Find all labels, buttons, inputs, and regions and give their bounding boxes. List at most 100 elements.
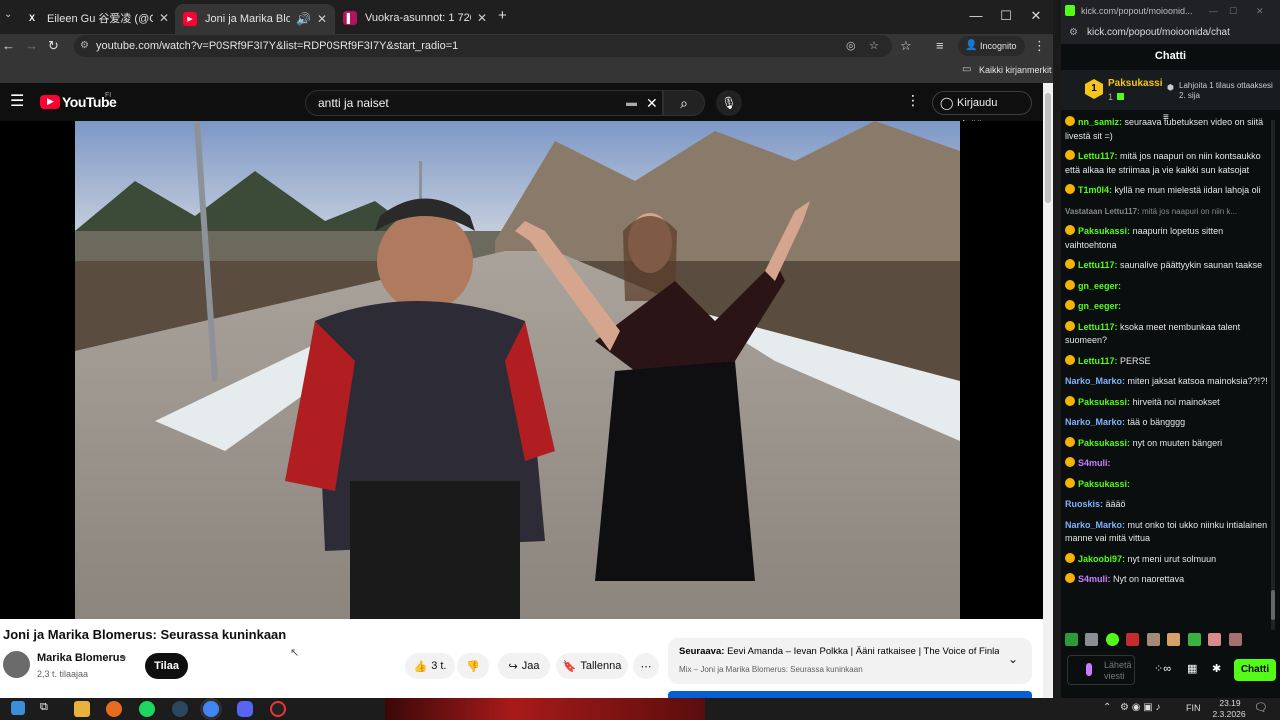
chat-username[interactable]: Jakoobi97:	[1078, 554, 1125, 564]
chat-username[interactable]: Narko_Marko:	[1065, 520, 1125, 530]
chat-username[interactable]: Paksukassi:	[1078, 438, 1130, 448]
sign-in-button[interactable]: ◯ Kirjaudu sisään	[932, 91, 1032, 131]
bookmark-star-icon[interactable]: ☆	[900, 34, 912, 58]
new-tab-icon[interactable]: +	[498, 7, 507, 24]
audio-icon[interactable]: 🔊	[296, 12, 311, 26]
site-info-icon[interactable]: ⚙	[1069, 22, 1078, 44]
save-button[interactable]: 🔖 Tallenna	[556, 653, 628, 679]
spotify-icon[interactable]	[139, 701, 155, 717]
chat-username[interactable]: Lettu117:	[1078, 260, 1118, 270]
youtube-logo-icon[interactable]: ▶	[40, 95, 60, 109]
chat-username[interactable]: Paksukassi:	[1078, 479, 1130, 489]
chrome-icon[interactable]	[203, 701, 219, 717]
keyboard-icon[interactable]: ▬	[626, 91, 637, 115]
close-tab-icon[interactable]: ✕	[477, 11, 487, 25]
eye-off-icon[interactable]: ◎	[846, 35, 856, 57]
minimize-icon[interactable]: —	[1209, 0, 1218, 22]
dislike-button[interactable]: 👎	[457, 653, 489, 679]
discord-icon[interactable]	[237, 701, 253, 717]
more-actions-button[interactable]: ⋯	[633, 653, 659, 679]
task-view-icon[interactable]: ⧉	[40, 701, 56, 717]
chat-username[interactable]: Lettu117:	[1078, 356, 1118, 366]
emote-icon[interactable]	[1105, 633, 1119, 646]
maximize-icon[interactable]: ☐	[991, 8, 1021, 24]
channel-avatar[interactable]	[3, 651, 30, 678]
hamburger-menu-icon[interactable]: ☰	[10, 91, 24, 111]
chat-username[interactable]: Narko_Marko:	[1065, 376, 1125, 386]
emote-bar[interactable]	[1065, 633, 1245, 649]
voice-search-icon[interactable]: 🎙	[716, 90, 742, 116]
chat-username[interactable]: Vastataan Lettu117:	[1065, 207, 1140, 216]
users-icon[interactable]: ⁘∞	[1154, 662, 1171, 675]
chat-scrollbar[interactable]	[1271, 120, 1275, 630]
chat-username[interactable]: Narko_Marko:	[1065, 417, 1125, 427]
subscribe-button[interactable]: Tilaa	[145, 653, 188, 679]
chat-username[interactable]: S4muli:	[1078, 458, 1111, 468]
star-icon[interactable]: ☆	[869, 35, 879, 57]
back-icon[interactable]: ←	[2, 34, 15, 58]
chat-username[interactable]: gn_eeger:	[1078, 301, 1121, 311]
send-chat-button[interactable]: Chatti	[1234, 659, 1276, 681]
emote-icon[interactable]	[1208, 633, 1222, 646]
tab-search-icon[interactable]: ⌄	[4, 9, 12, 20]
obs-icon[interactable]	[270, 701, 286, 717]
chat-username[interactable]: gn_eeger:	[1078, 281, 1121, 291]
emote-icon[interactable]	[1126, 633, 1140, 646]
menu-dots-icon[interactable]: ⋮	[1033, 34, 1046, 58]
close-tab-icon[interactable]: ✕	[317, 12, 327, 26]
chat-username[interactable]: S4muli:	[1078, 574, 1111, 584]
chat-username[interactable]: Ruoskis:	[1065, 499, 1103, 509]
chat-username[interactable]: Paksukassi:	[1078, 226, 1130, 236]
share-button[interactable]: ↪ Jaa	[498, 653, 550, 679]
settings-gear-icon[interactable]: ✱	[1212, 662, 1221, 675]
clock-time[interactable]: 23.19	[1214, 698, 1246, 708]
address-bar[interactable]: ⚙ youtube.com/watch?v=P0SRf9F3I7Y&list=R…	[74, 35, 892, 57]
emote-icon[interactable]	[1187, 633, 1201, 646]
emote-icon[interactable]	[1228, 633, 1242, 646]
tab-youtube[interactable]: ▶ Joni ja Marika Blomerus: Se 🔊 ✕	[175, 4, 335, 34]
site-info-icon[interactable]: ⚙	[80, 35, 89, 57]
clear-search-icon[interactable]: ✕	[646, 91, 658, 115]
chat-username[interactable]: Paksukassi:	[1078, 397, 1130, 407]
explorer-icon[interactable]	[74, 701, 90, 717]
emote-icon[interactable]	[1065, 633, 1078, 646]
tray-chevron-icon[interactable]: ⌃	[1103, 702, 1111, 713]
settings-dots-icon[interactable]: ⋮	[906, 92, 920, 109]
forward-icon[interactable]: →	[25, 34, 38, 58]
emote-icon[interactable]	[1167, 633, 1181, 646]
maximize-icon[interactable]: ☐	[1229, 0, 1237, 22]
channel-name[interactable]: Marika Blomerus	[37, 652, 126, 664]
like-button[interactable]: 👍 3 t.	[405, 653, 455, 679]
page-scrollbar[interactable]	[1043, 83, 1053, 698]
kick-address-bar[interactable]: ⚙ kick.com/popout/moioonida/chat	[1061, 22, 1280, 44]
video-frame[interactable]	[75, 121, 960, 619]
tab-x[interactable]: X Eileen Gu 谷爱凌 (@GoEileenGu ✕	[17, 5, 177, 30]
close-window-icon[interactable]: ✕	[1256, 0, 1264, 22]
tray-icons[interactable]: ⚙ ◉ ▣ ♪	[1120, 702, 1160, 713]
store-icon[interactable]: ▦	[1187, 662, 1197, 675]
chat-username[interactable]: T1m0l4:	[1078, 185, 1112, 195]
up-next-card[interactable]: Seuraava: Eevi Amanda – Ievan Polkka | Ä…	[668, 638, 1032, 684]
emote-icon[interactable]	[1085, 633, 1099, 646]
notification-icon[interactable]: 🗨	[1254, 701, 1268, 714]
clock-date[interactable]: 2.3.2026	[1206, 709, 1252, 719]
media-icon[interactable]: ≡	[936, 34, 944, 58]
firefox-icon[interactable]	[106, 701, 122, 717]
close-tab-icon[interactable]: ✕	[159, 11, 169, 25]
chat-username[interactable]: Lettu117:	[1078, 322, 1118, 332]
search-button[interactable]: ⌕	[663, 90, 705, 116]
language-indicator[interactable]: FIN	[1186, 703, 1201, 713]
chat-username[interactable]: nn_samiz:	[1078, 117, 1122, 127]
start-icon[interactable]	[11, 701, 25, 715]
video-player[interactable]	[0, 121, 1043, 619]
leaderboard-banner[interactable]: 1 Paksukassi 1 ⬢ Lahjoita 1 tilaus ottaa…	[1061, 70, 1280, 110]
all-bookmarks-link[interactable]: Kaikki kirjanmerkit	[979, 65, 1052, 75]
chat-input[interactable]: Lähetä viesti	[1067, 655, 1135, 685]
tab-vuokra[interactable]: ▌ Vuokra-asunnot: 1 720 kpl - Vu ✕	[335, 5, 495, 30]
chat-username[interactable]: Lettu117:	[1078, 151, 1118, 161]
search-input[interactable]: antti ja naiset ▬ ✕	[305, 90, 663, 116]
incognito-badge[interactable]: 👤 Incognito	[958, 36, 1025, 56]
steam-icon[interactable]	[172, 701, 188, 717]
reload-icon[interactable]: ↻	[48, 34, 59, 58]
minimize-icon[interactable]: —	[961, 8, 991, 23]
